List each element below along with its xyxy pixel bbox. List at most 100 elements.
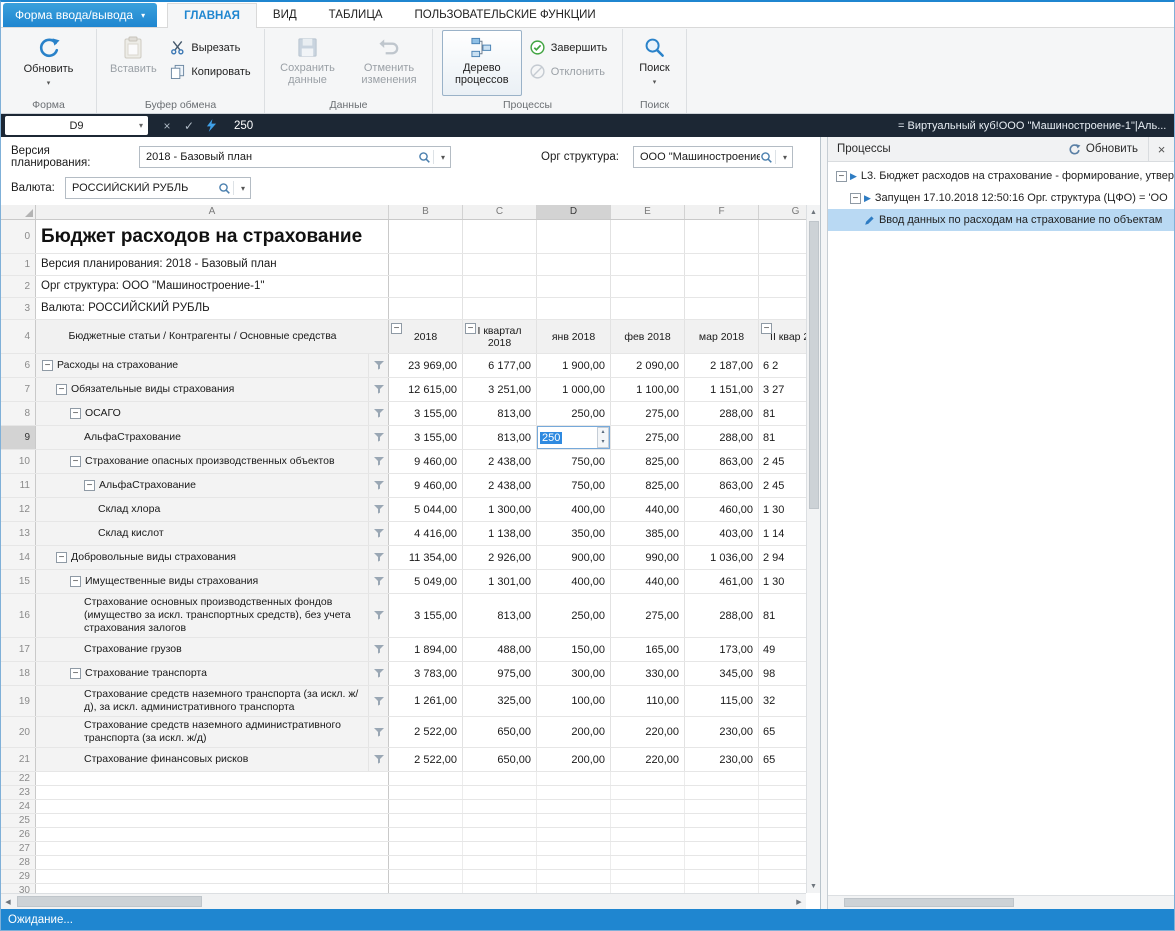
row-number[interactable]: 11 — [1, 474, 36, 497]
collapse-icon[interactable]: − — [56, 552, 67, 563]
row-number[interactable]: 13 — [1, 522, 36, 545]
grid-cell[interactable] — [759, 828, 806, 841]
spin-down-icon[interactable]: ▾ — [598, 438, 608, 448]
grid-cell[interactable] — [537, 800, 611, 813]
grid-cell[interactable] — [685, 276, 759, 297]
grid-cell[interactable]: 2 45 — [759, 474, 806, 497]
grid-cell[interactable] — [463, 828, 537, 841]
grid-cell[interactable]: 32 — [759, 686, 806, 716]
ribbon-tab[interactable]: ПОЛЬЗОВАТЕЛЬСКИЕ ФУНКЦИИ — [399, 3, 612, 27]
grid-cell[interactable]: 300,00 — [537, 662, 611, 685]
decline-button[interactable]: Отклонить — [524, 62, 613, 81]
grid-cell[interactable]: 2 187,00 — [685, 354, 759, 377]
grid-cell[interactable] — [759, 856, 806, 869]
grid-cell[interactable]: 3 155,00 — [389, 426, 463, 449]
grid-cell[interactable]: 403,00 — [685, 522, 759, 545]
grid-cell[interactable] — [685, 254, 759, 275]
grid-cell[interactable]: 110,00 — [611, 686, 685, 716]
grid-cell[interactable]: 12 615,00 — [389, 378, 463, 401]
row-number[interactable]: 17 — [1, 638, 36, 661]
grid-cell[interactable] — [389, 842, 463, 855]
function-icon[interactable] — [200, 119, 222, 132]
grid-cell[interactable] — [463, 800, 537, 813]
grid-cell[interactable]: 330,00 — [611, 662, 685, 685]
refresh-processes-button[interactable]: Обновить — [1058, 137, 1148, 161]
complete-button[interactable]: Завершить — [524, 38, 613, 57]
grid-cell[interactable]: 5 049,00 — [389, 570, 463, 593]
row-number[interactable]: 23 — [1, 786, 36, 799]
grid-cell[interactable] — [389, 814, 463, 827]
grid-cell[interactable] — [685, 772, 759, 785]
period-column-header[interactable]: мар 2018 — [685, 320, 759, 353]
period-column-header[interactable]: −II квар 201 — [759, 320, 806, 353]
collapse-icon[interactable]: − — [84, 480, 95, 491]
grid-cell[interactable]: 440,00 — [611, 570, 685, 593]
filter-icon[interactable] — [368, 638, 388, 661]
chevron-down-icon[interactable]: ▾ — [436, 153, 450, 162]
search-button[interactable]: Поиск ▾ — [626, 30, 684, 96]
search-icon[interactable] — [418, 151, 431, 164]
grid-cell[interactable]: 440,00 — [611, 498, 685, 521]
grid-cell[interactable] — [685, 870, 759, 883]
grid-cell[interactable]: 6 177,00 — [463, 354, 537, 377]
ribbon-tab[interactable]: ГЛАВНАЯ — [167, 3, 257, 28]
grid-cell[interactable]: 1 30 — [759, 570, 806, 593]
grid-cell[interactable] — [537, 254, 611, 275]
grid-cell[interactable]: 23 969,00 — [389, 354, 463, 377]
cancel-icon[interactable]: × — [156, 119, 178, 133]
scroll-right-icon[interactable]: ▶ — [792, 895, 806, 909]
filter-icon[interactable] — [368, 378, 388, 401]
grid-cell[interactable]: 400,00 — [537, 570, 611, 593]
grid-cell[interactable] — [389, 220, 463, 253]
grid-cell[interactable] — [389, 800, 463, 813]
row-number[interactable]: 27 — [1, 842, 36, 855]
row-number[interactable]: 15 — [1, 570, 36, 593]
grid-cell[interactable]: 900,00 — [537, 546, 611, 569]
app-menu-button[interactable]: Форма ввода/вывода ▾ — [3, 3, 157, 27]
grid-cell[interactable] — [463, 814, 537, 827]
org-combo[interactable]: ООО "Машиностроение-1" ▾ — [633, 146, 793, 168]
grid-cell[interactable] — [537, 842, 611, 855]
grid-cell[interactable] — [389, 772, 463, 785]
grid-cell[interactable] — [759, 786, 806, 799]
grid-cell[interactable]: 813,00 — [463, 594, 537, 637]
grid-cell[interactable]: 1 14 — [759, 522, 806, 545]
grid-cell[interactable]: 150,00 — [537, 638, 611, 661]
grid-cell[interactable]: 165,00 — [611, 638, 685, 661]
process-tree-item[interactable]: −▶Запущен 17.10.2018 12:50:16 Орг. струк… — [828, 187, 1174, 209]
grid-cell[interactable]: 288,00 — [685, 426, 759, 449]
grid-cell[interactable]: 813,00 — [463, 402, 537, 425]
grid-cell[interactable]: 863,00 — [685, 450, 759, 473]
grid-cell[interactable]: 1 900,00 — [537, 354, 611, 377]
collapse-icon[interactable]: − — [465, 323, 476, 334]
grid-cell[interactable]: 200,00 — [537, 717, 611, 747]
grid-cell[interactable] — [389, 298, 463, 319]
grid-cell[interactable]: 49 — [759, 638, 806, 661]
grid-cell[interactable]: 813,00 — [463, 426, 537, 449]
grid-cell[interactable]: 825,00 — [611, 474, 685, 497]
copy-button[interactable]: Копировать — [164, 62, 256, 81]
collapse-icon[interactable]: − — [836, 171, 847, 182]
editing-cell[interactable]: 250▴▾ — [537, 426, 611, 449]
empty-label-cell[interactable] — [36, 884, 389, 893]
ribbon-tab[interactable]: ТАБЛИЦА — [313, 3, 399, 27]
cell-reference-box[interactable]: D9 ▾ — [5, 116, 148, 135]
row-number[interactable]: 24 — [1, 800, 36, 813]
grid-cell[interactable] — [389, 856, 463, 869]
row-label-cell[interactable]: Страхование грузов — [36, 638, 389, 661]
vertical-scroll-thumb[interactable] — [809, 221, 819, 509]
grid-cell[interactable]: 65 — [759, 717, 806, 747]
grid-cell[interactable]: 2 45 — [759, 450, 806, 473]
empty-label-cell[interactable] — [36, 828, 389, 841]
grid-cell[interactable]: 400,00 — [537, 498, 611, 521]
grid-cell[interactable]: 650,00 — [463, 717, 537, 747]
save-data-button[interactable]: Сохранить данные — [268, 30, 347, 96]
grid-cell[interactable] — [685, 814, 759, 827]
grid-cell[interactable] — [537, 772, 611, 785]
cut-button[interactable]: Вырезать — [164, 38, 256, 57]
grid-cell[interactable] — [537, 870, 611, 883]
filter-icon[interactable] — [368, 570, 388, 593]
version-combo[interactable]: 2018 - Базовый план ▾ — [139, 146, 451, 168]
undo-changes-button[interactable]: Отменить изменения — [349, 30, 429, 96]
grid-cell[interactable]: 65 — [759, 748, 806, 771]
